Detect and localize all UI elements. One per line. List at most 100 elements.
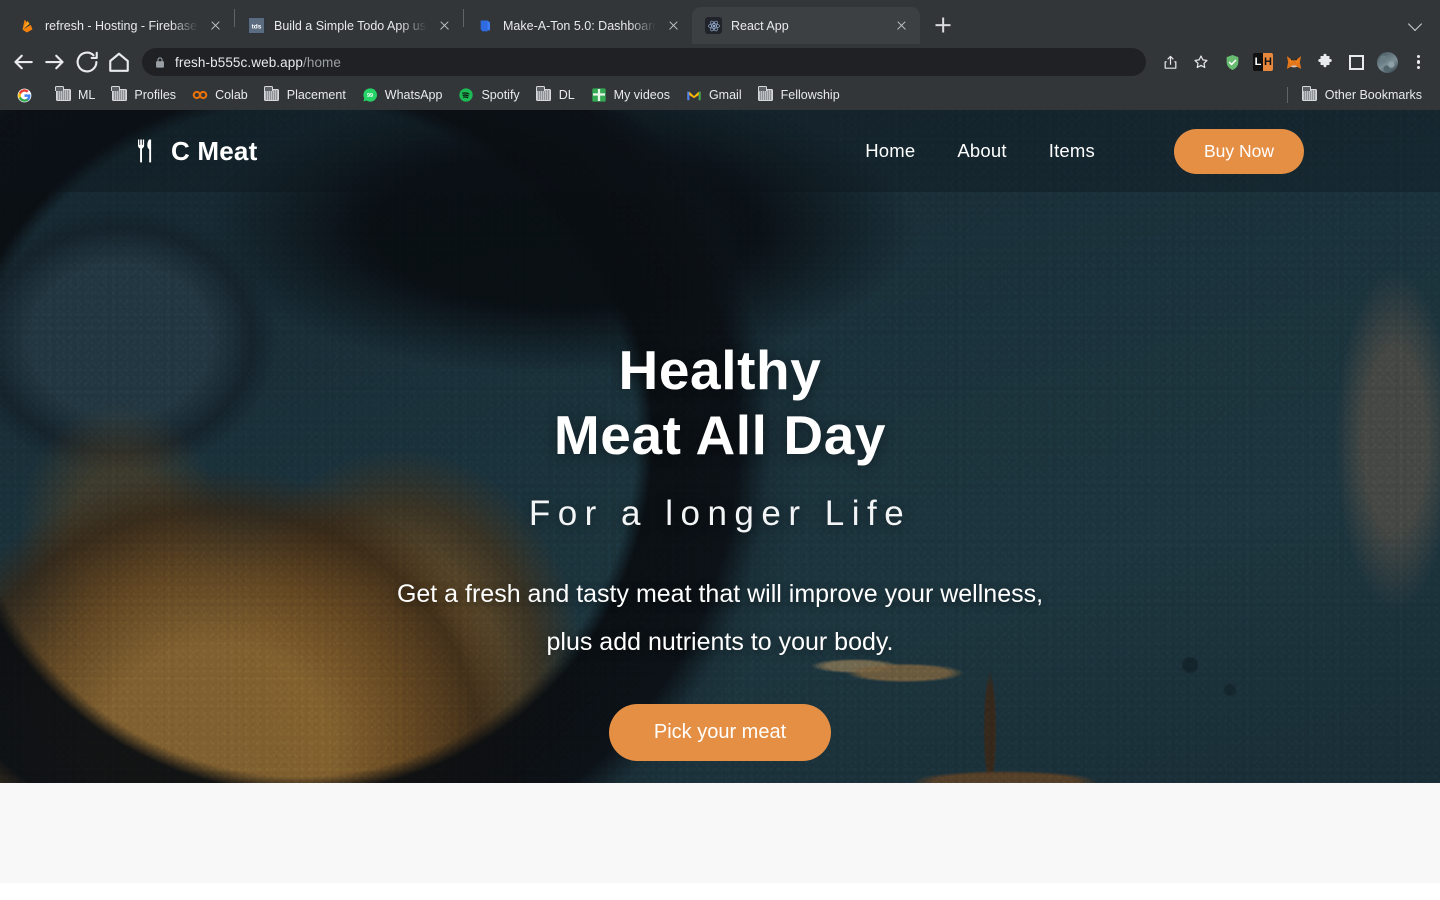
brand-logo[interactable]: C Meat bbox=[136, 136, 257, 167]
window-menu-chevron-down-icon[interactable] bbox=[1406, 12, 1428, 34]
window-square-icon[interactable] bbox=[1342, 48, 1370, 76]
close-icon[interactable] bbox=[436, 17, 453, 34]
home-icon[interactable] bbox=[104, 47, 134, 77]
bookmark-spotify[interactable]: Spotify bbox=[450, 83, 527, 107]
browser-tab-make-a-ton[interactable]: Make-A-Ton 5.0: Dashboard | D bbox=[464, 7, 692, 44]
kebab-menu-icon[interactable] bbox=[1404, 48, 1432, 76]
close-icon[interactable] bbox=[893, 17, 910, 34]
google-icon bbox=[16, 87, 32, 103]
lock-icon bbox=[154, 56, 166, 69]
firebase-icon bbox=[19, 17, 36, 34]
bookmark-other-bookmarks[interactable]: Other Bookmarks bbox=[1294, 83, 1430, 107]
below-hero-section bbox=[0, 783, 1440, 883]
bookmark-dl[interactable]: DL bbox=[528, 83, 583, 107]
browser-chrome: refresh - Hosting - Firebase co tds Buil… bbox=[0, 0, 1440, 110]
adguard-shield-icon[interactable] bbox=[1218, 48, 1246, 76]
puzzle-extensions-icon[interactable] bbox=[1311, 48, 1339, 76]
bookmark-profiles[interactable]: Profiles bbox=[103, 83, 184, 107]
pick-your-meat-button[interactable]: Pick your meat bbox=[608, 703, 832, 761]
bookmarks-bar: ML Profiles Colab Placement 99 WhatsApp bbox=[0, 80, 1440, 110]
metamask-fox-icon[interactable] bbox=[1280, 48, 1308, 76]
bookmark-label: Gmail bbox=[708, 88, 742, 102]
nav-item-items[interactable]: Items bbox=[1049, 140, 1095, 162]
react-icon bbox=[705, 17, 722, 34]
hero-content: Healthy Meat All Day For a longer Life G… bbox=[0, 110, 1440, 783]
profile-avatar[interactable] bbox=[1373, 48, 1401, 76]
towards-data-science-icon: tds bbox=[248, 17, 265, 34]
folder-icon bbox=[111, 86, 127, 103]
folder-icon bbox=[55, 86, 71, 103]
fork-knife-icon bbox=[136, 138, 158, 164]
url-path: /home bbox=[302, 54, 342, 70]
nav-item-home[interactable]: Home bbox=[865, 140, 915, 162]
folder-icon bbox=[535, 86, 552, 103]
colab-icon bbox=[192, 87, 208, 103]
tab-title: refresh - Hosting - Firebase co bbox=[45, 18, 198, 33]
spotify-icon bbox=[458, 87, 474, 103]
bookmark-label: WhatsApp bbox=[384, 88, 443, 102]
bookmark-label: ML bbox=[78, 88, 96, 102]
address-bar[interactable]: fresh-b555c.web.app/home bbox=[142, 48, 1146, 76]
hero-subheadline: For a longer Life bbox=[528, 493, 912, 533]
bookmark-ml[interactable]: ML bbox=[47, 83, 103, 107]
back-arrow-icon[interactable] bbox=[8, 47, 38, 77]
hero-section: C Meat Home About Items Buy Now Healthy … bbox=[0, 110, 1440, 783]
page-content: C Meat Home About Items Buy Now Healthy … bbox=[0, 110, 1440, 900]
site-navigation-bar: C Meat Home About Items Buy Now bbox=[0, 110, 1440, 192]
url-text: fresh-b555c.web.app/home bbox=[175, 55, 341, 70]
folder-icon bbox=[263, 86, 280, 103]
bookmark-label: Profiles bbox=[134, 88, 177, 102]
page-footer-spacer bbox=[0, 883, 1440, 900]
close-icon[interactable] bbox=[665, 17, 682, 34]
share-icon[interactable] bbox=[1156, 48, 1184, 76]
bookmark-label: Fellowship bbox=[780, 88, 840, 102]
new-tab-button[interactable] bbox=[928, 10, 958, 40]
hero-headline-line2: Meat All Day bbox=[553, 403, 887, 466]
folder-icon bbox=[757, 86, 774, 103]
nav-links: Home About Items Buy Now bbox=[865, 128, 1304, 174]
gmail-icon bbox=[686, 87, 702, 103]
bookmark-label: Colab bbox=[215, 88, 248, 102]
bookmark-placement[interactable]: Placement bbox=[256, 83, 354, 107]
tab-title: Build a Simple Todo App using bbox=[274, 18, 427, 33]
reload-icon[interactable] bbox=[72, 47, 102, 77]
browser-tab-react-app[interactable]: React App bbox=[692, 7, 920, 44]
bookmark-label: Spotify bbox=[481, 88, 520, 102]
lighthouse-icon[interactable]: LH bbox=[1249, 48, 1277, 76]
url-domain: fresh-b555c.web.app bbox=[175, 54, 303, 70]
other-bookmarks-container: Other Bookmarks bbox=[1286, 83, 1430, 107]
whatsapp-icon: 99 bbox=[362, 87, 378, 103]
tab-title: Make-A-Ton 5.0: Dashboard | D bbox=[503, 18, 656, 33]
toolbar-icons: LH bbox=[1156, 48, 1432, 76]
bookmark-whatsapp[interactable]: 99 WhatsApp bbox=[354, 83, 451, 107]
hero-headline-line1: Healthy bbox=[618, 339, 822, 401]
browser-tab-firebase[interactable]: refresh - Hosting - Firebase co bbox=[6, 7, 234, 44]
hero-description: Get a fresh and tasty meat that will imp… bbox=[396, 579, 1044, 656]
notion-icon bbox=[477, 17, 494, 34]
bookmark-label: Placement bbox=[286, 88, 346, 102]
brand-name: C Meat bbox=[171, 135, 258, 166]
bookmark-colab[interactable]: Colab bbox=[184, 83, 256, 107]
browser-toolbar: fresh-b555c.web.app/home LH bbox=[0, 44, 1440, 80]
my-videos-icon bbox=[591, 87, 607, 103]
bookmark-google[interactable] bbox=[8, 83, 47, 107]
folder-icon bbox=[1301, 86, 1318, 103]
bookmark-label: My videos bbox=[613, 88, 670, 102]
tab-title: React App bbox=[731, 18, 789, 33]
bookmark-label: Other Bookmarks bbox=[1324, 88, 1422, 102]
bookmark-label: DL bbox=[558, 88, 575, 102]
svg-text:tds: tds bbox=[252, 23, 262, 30]
hero-headline: Healthy Meat All Day bbox=[554, 338, 886, 468]
forward-arrow-icon[interactable] bbox=[40, 47, 70, 77]
tab-strip: refresh - Hosting - Firebase co tds Buil… bbox=[0, 0, 1440, 44]
nav-item-about[interactable]: About bbox=[957, 140, 1006, 162]
close-icon[interactable] bbox=[207, 17, 224, 34]
bookmark-gmail[interactable]: Gmail bbox=[678, 83, 750, 107]
bookmark-my-videos[interactable]: My videos bbox=[583, 83, 678, 107]
buy-now-button[interactable]: Buy Now bbox=[1173, 128, 1304, 174]
browser-tab-todo-app[interactable]: tds Build a Simple Todo App using bbox=[235, 7, 463, 44]
bookmark-fellowship[interactable]: Fellowship bbox=[750, 83, 848, 107]
star-icon[interactable] bbox=[1187, 48, 1215, 76]
bookmarks-separator bbox=[1286, 87, 1288, 103]
svg-text:99: 99 bbox=[367, 93, 373, 99]
